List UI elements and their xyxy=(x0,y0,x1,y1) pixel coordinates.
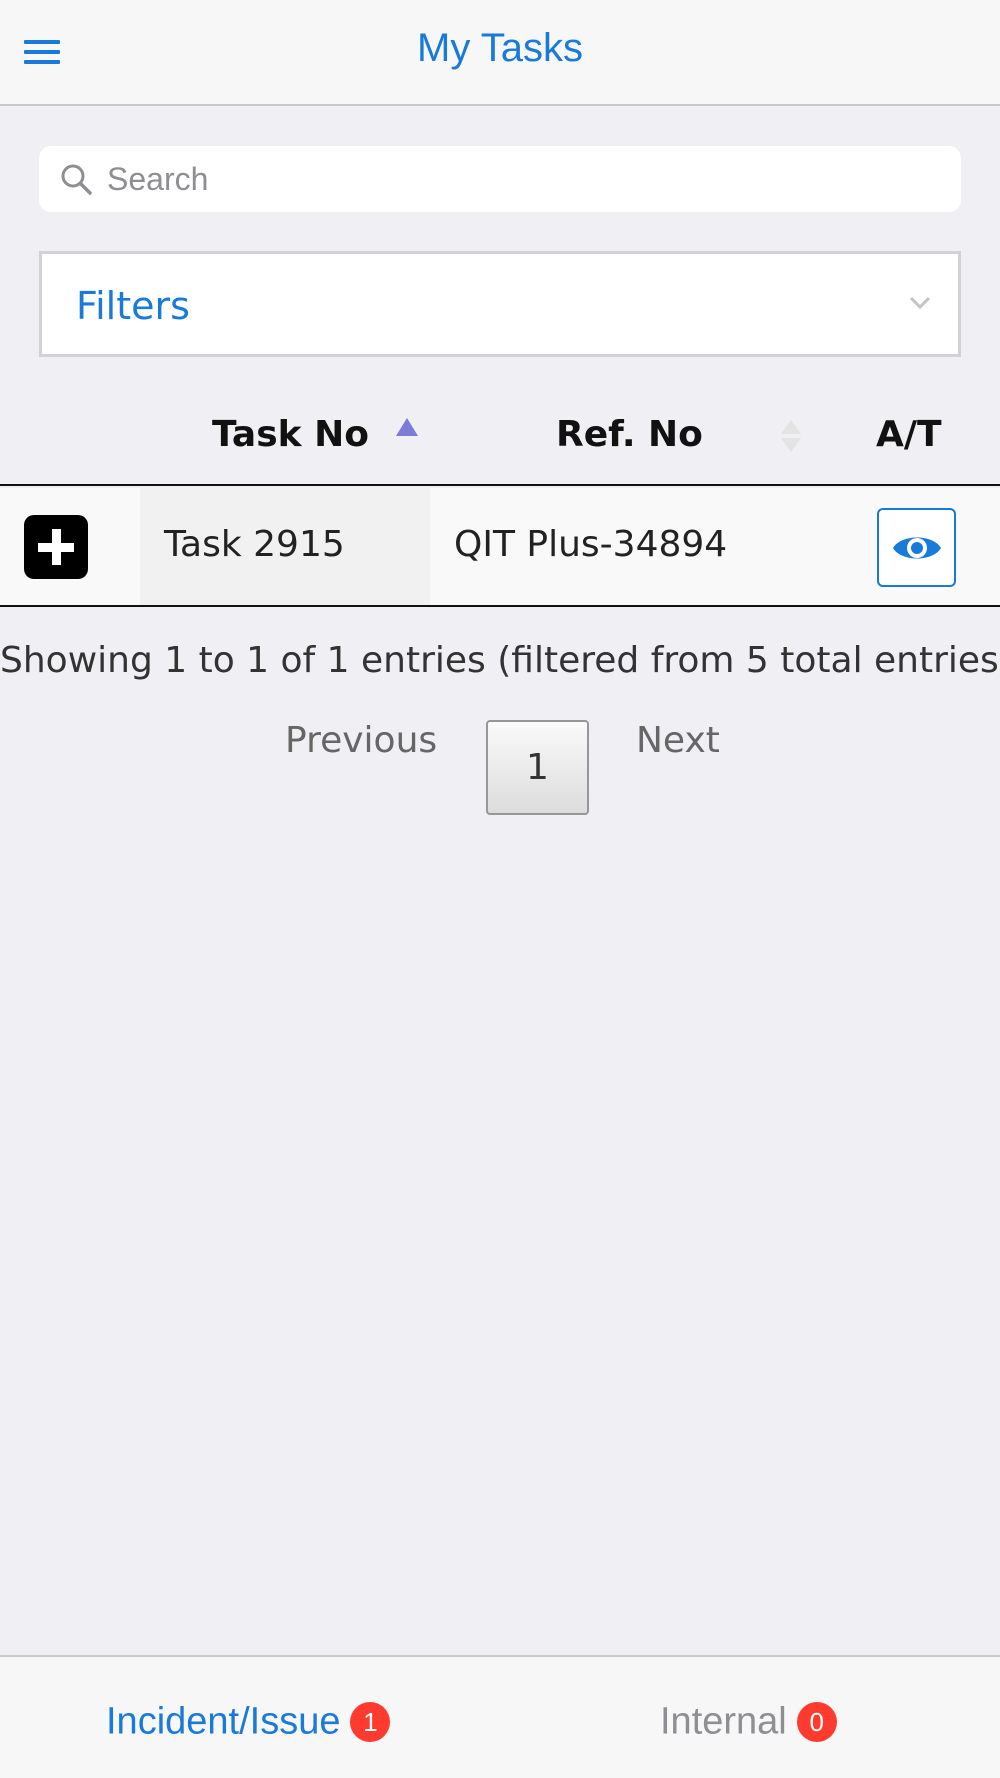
search-input[interactable] xyxy=(107,154,937,204)
table-row: Task 2915 QIT Plus-34894 xyxy=(0,488,1000,607)
tab-incident-issue-badge: 1 xyxy=(350,1701,391,1742)
table-info: Showing 1 to 1 of 1 entries (filtered fr… xyxy=(0,640,1000,681)
tab-incident-issue-label: Incident/Issue xyxy=(106,1700,341,1743)
next-button[interactable]: Next xyxy=(636,720,720,761)
nav-bar: My Tasks xyxy=(0,0,1000,106)
table-header: Task No Ref. No A/T xyxy=(0,400,1000,486)
search-bar[interactable] xyxy=(39,146,961,212)
eye-icon xyxy=(893,537,941,559)
column-header-ref-no[interactable]: Ref. No xyxy=(556,414,703,455)
filters-dropdown[interactable]: Filters xyxy=(39,251,961,357)
search-icon xyxy=(61,164,92,195)
task-no-cell: Task 2915 xyxy=(164,524,345,565)
column-header-task-no[interactable]: Task No xyxy=(212,414,369,455)
tab-internal[interactable]: Internal 0 xyxy=(660,1699,837,1743)
column-header-at[interactable]: A/T xyxy=(876,414,942,455)
previous-button[interactable]: Previous xyxy=(285,720,437,761)
view-button[interactable] xyxy=(877,508,956,587)
filters-label: Filters xyxy=(76,284,190,328)
tab-bar: Incident/Issue 1 Internal 0 xyxy=(0,1655,1000,1778)
sort-icon[interactable] xyxy=(779,418,803,454)
tab-incident-issue[interactable]: Incident/Issue 1 xyxy=(106,1699,391,1743)
sort-ascending-icon[interactable] xyxy=(396,418,418,436)
tab-internal-badge: 0 xyxy=(796,1701,837,1742)
page-title: My Tasks xyxy=(417,26,583,70)
tab-internal-label: Internal xyxy=(660,1700,787,1743)
page-1-button[interactable]: 1 xyxy=(486,720,589,815)
ref-no-cell: QIT Plus-34894 xyxy=(454,524,728,565)
chevron-down-icon xyxy=(909,296,931,310)
expand-row-plus-icon[interactable] xyxy=(24,515,88,579)
